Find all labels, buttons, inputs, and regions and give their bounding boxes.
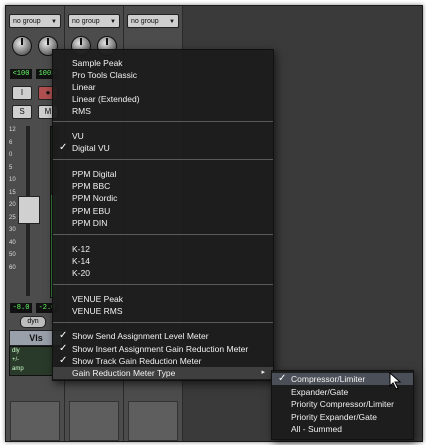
group-label: no group [131,18,159,25]
pan-readout-left: <100 [10,69,32,79]
chevron-down-icon: ▼ [169,19,175,25]
menu-item-k12[interactable]: K-12 [53,243,273,255]
scale-tick: 6 [9,139,13,146]
scale-tick: 40 [9,239,16,246]
menu-item-label: Compressor/Limiter [291,374,366,384]
menu-separator [53,322,273,323]
menu-item-show-send-meter[interactable]: ✓ Show Send Assignment Level Meter [53,330,273,342]
menu-item-label: Show Send Assignment Level Meter [72,331,209,341]
strip-footer [69,401,119,441]
scale-tick: 12 [9,127,16,133]
scale-tick: 10 [9,177,16,183]
checkmark-icon: ✓ [59,355,68,366]
scale-tick: 30 [9,227,16,233]
submenu-item-priority-compressor[interactable]: Priority Compressor/Limiter [272,398,413,410]
scale-tick: 15 [9,189,16,196]
scale-tick: 25 [9,214,16,221]
menu-item-venue-rms[interactable]: VENUE RMS [53,305,273,317]
group-selector[interactable]: no group ▼ [68,14,120,28]
automation-mode-button[interactable]: dyn [20,316,46,328]
chevron-down-icon: ▼ [51,19,57,25]
scale-tick: 0 [9,152,13,158]
menu-item-show-insert-gr-meter[interactable]: ✓ Show Insert Assignment Gain Reduction … [53,343,273,355]
menu-item-venue-peak[interactable]: VENUE Peak [53,293,273,305]
menu-item-k20[interactable]: K-20 [53,267,273,279]
group-label: no group [72,18,100,25]
menu-item-ppm-nordic[interactable]: PPM Nordic [53,192,273,204]
solo-button[interactable]: S [12,105,32,119]
menu-item-label: Show Insert Assignment Gain Reduction Me… [72,344,249,354]
menu-item-ppm-ebu[interactable]: PPM EBU [53,205,273,217]
menu-item-label: Gain Reduction Meter Type [72,368,176,378]
checkmark-icon: ✓ [59,142,68,153]
submenu-arrow-icon: ▸ [261,369,265,376]
chevron-down-icon: ▼ [110,19,116,25]
strip-footer [128,401,178,441]
menu-item-k14[interactable]: K-14 [53,255,273,267]
scale-tick: 50 [9,252,16,258]
mouse-pointer-icon [389,372,402,390]
menu-separator [53,284,273,285]
menu-item-linear[interactable]: Linear [53,81,273,93]
menu-item-ppm-digital[interactable]: PPM Digital [53,168,273,180]
menu-item-ppm-din[interactable]: PPM DIN [53,217,273,229]
volume-readout: -8.0 [10,303,32,313]
menu-item-show-track-gr-meter[interactable]: ✓ Show Track Gain Reduction Meter [53,355,273,367]
pan-knob-left[interactable] [12,36,32,56]
menu-item-ppm-bbc[interactable]: PPM BBC [53,180,273,192]
volume-fader[interactable] [18,196,40,224]
meter-type-menu: Sample Peak Pro Tools Classic Linear Lin… [52,49,274,381]
menu-item-digital-vu[interactable]: ✓ Digital VU [53,142,273,154]
checkmark-icon: ✓ [59,330,68,341]
group-selector[interactable]: no group ▼ [9,14,61,28]
submenu-item-all-summed[interactable]: All - Summed [272,423,413,435]
menu-item-vu[interactable]: VU [53,130,273,142]
menu-item-rms[interactable]: RMS [53,105,273,117]
checkmark-icon: ✓ [59,343,68,354]
menu-item-pro-tools-classic[interactable]: Pro Tools Classic [53,69,273,81]
scale-tick: 20 [9,202,16,208]
scale-tick: 5 [9,164,13,171]
menu-separator [53,121,273,122]
menu-item-sample-peak[interactable]: Sample Peak [53,57,273,69]
scale-tick: 60 [9,264,16,271]
group-label: no group [13,18,41,25]
checkmark-icon: ✓ [278,373,287,384]
menu-item-gr-meter-type[interactable]: Gain Reduction Meter Type ▸ [53,367,273,379]
strip-footer [10,401,60,441]
menu-item-label: Show Track Gain Reduction Meter [72,356,202,366]
menu-item-linear-extended[interactable]: Linear (Extended) [53,93,273,105]
fader-scale: 12 6 0 5 10 15 20 25 30 40 50 60 [9,124,16,274]
submenu-item-priority-expander[interactable]: Priority Expander/Gate [272,411,413,423]
menu-separator [53,234,273,235]
input-monitor-button[interactable]: I [12,86,32,100]
menu-item-label: Digital VU [72,143,110,153]
group-selector[interactable]: no group ▼ [127,14,179,28]
menu-separator [53,159,273,160]
